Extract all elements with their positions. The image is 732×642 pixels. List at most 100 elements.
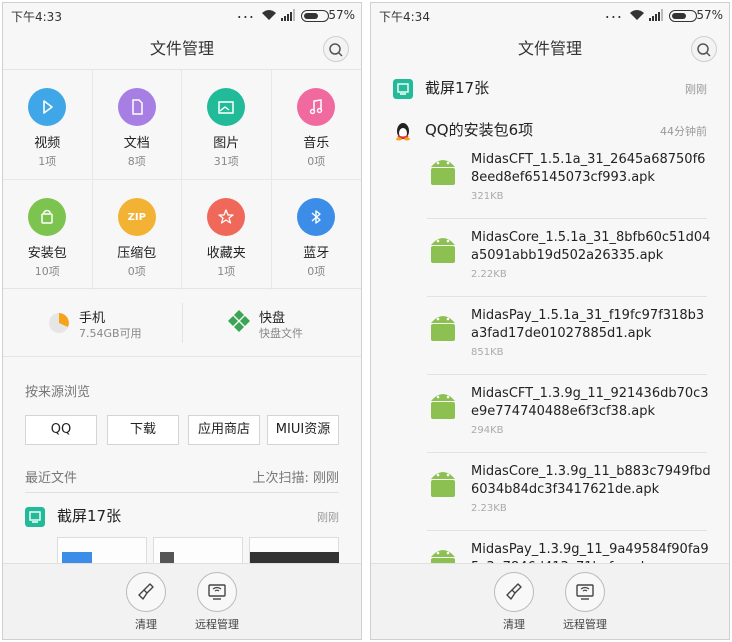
file-size: 2.23KB	[471, 503, 507, 514]
file-size: 851KB	[471, 347, 504, 358]
signal-icon	[649, 9, 663, 21]
phone-storage-entry[interactable]: 手机 7.54GB可用	[47, 303, 197, 345]
qq-group-title: QQ的安装包6项	[425, 121, 534, 139]
category-count: 0项	[307, 265, 326, 278]
bluetooth-icon	[311, 210, 321, 224]
remote-manage-label: 远程管理	[195, 618, 239, 631]
screenshot-icon	[393, 79, 413, 99]
category-name: 压缩包	[117, 246, 157, 261]
search-icon	[697, 43, 711, 57]
kuaipan-entry[interactable]: 快盘 快盘文件	[227, 303, 361, 345]
android-apk-icon	[431, 160, 455, 185]
status-bar: 下午4:34 ... 57%	[371, 3, 729, 29]
storage-pie-icon	[49, 313, 69, 333]
screenshots-group[interactable]: 截屏17张 刚刚	[393, 75, 707, 105]
source-miui-button[interactable]: MIUI资源	[267, 415, 339, 445]
phone-storage-title: 手机	[79, 311, 106, 326]
android-apk-icon	[431, 316, 455, 341]
clean-circle	[494, 572, 534, 612]
phone-screen-home: 下午4:33 ... 57% 文件管理 视频 1项 文档 8项 图片 31项 音…	[2, 2, 362, 640]
browse-by-source-label: 按来源浏览	[25, 385, 91, 400]
category-count: 31项	[213, 155, 239, 168]
music-icon	[310, 99, 323, 115]
category-count: 0项	[127, 265, 146, 278]
wifi-icon	[262, 10, 276, 20]
category-name: 视频	[34, 136, 61, 151]
remote-screen-icon	[208, 584, 226, 600]
remote-manage-button[interactable]: 远程管理	[555, 572, 615, 632]
category-name: 蓝牙	[303, 246, 330, 261]
list-item[interactable]: MidasCore_1.3.9g_11_b883c7949fbd6034b84d…	[427, 455, 711, 531]
category-bluetooth[interactable]: 蓝牙 0项	[272, 180, 362, 290]
category-music[interactable]: 音乐 0项	[271, 70, 361, 180]
category-name: 文档	[123, 136, 150, 151]
list-item[interactable]: MidasCFT_1.3.9g_11_921436db70c3e9e774740…	[427, 377, 709, 453]
file-size: 321KB	[471, 191, 504, 202]
screenshots-group-time: 刚刚	[317, 511, 339, 524]
wifi-icon	[630, 10, 644, 20]
screenshots-group-title: 截屏17张	[57, 507, 122, 525]
category-image[interactable]: 图片 31项	[182, 70, 272, 180]
remote-manage-button[interactable]: 远程管理	[187, 572, 247, 632]
category-package[interactable]: 安装包 10项	[3, 180, 93, 290]
screenshots-group[interactable]: 截屏17张 刚刚	[25, 503, 339, 533]
kuaipan-title: 快盘	[259, 311, 286, 326]
clean-label: 清理	[135, 618, 157, 631]
zip-icon: ZIP	[127, 211, 146, 223]
image-icon	[218, 101, 234, 114]
file-size: 294KB	[471, 425, 504, 436]
category-circle	[117, 88, 156, 126]
file-name: MidasPay_1.5.1a_31_f19fc97f318b3a3fad17d…	[471, 308, 705, 341]
android-apk-icon	[431, 472, 455, 497]
category-name: 收藏夹	[206, 246, 246, 261]
search-button[interactable]	[691, 36, 717, 62]
status-time: 下午4:34	[379, 10, 430, 24]
category-name: 安装包	[27, 246, 67, 261]
list-item[interactable]: MidasCFT_1.5.1a_31_2645a68750f68eed8ef65…	[427, 143, 707, 219]
divider	[182, 303, 183, 343]
document-icon	[132, 99, 143, 115]
source-download-button[interactable]: 下载	[107, 415, 179, 445]
bottom-action-bar: 清理 远程管理	[3, 563, 361, 639]
source-qq-button[interactable]: QQ	[25, 415, 97, 445]
android-apk-icon	[431, 238, 455, 263]
package-icon	[41, 209, 53, 224]
title-bar: 文件管理	[371, 29, 729, 69]
remote-circle	[565, 572, 605, 612]
status-time: 下午4:33	[11, 10, 62, 24]
category-count: 1项	[217, 265, 236, 278]
remote-circle	[197, 572, 237, 612]
category-zip[interactable]: ZIP 压缩包 0项	[93, 180, 182, 290]
battery-icon	[301, 10, 329, 22]
clean-button[interactable]: 清理	[116, 572, 176, 632]
list-item[interactable]: MidasCore_1.5.1a_31_8bfb60c51d04a5091abb…	[427, 221, 710, 297]
kuaipan-subtitle: 快盘文件	[259, 327, 303, 340]
screenshot-icon	[25, 507, 45, 527]
remote-screen-icon	[576, 584, 594, 600]
recent-files-header: 最近文件 上次扫描: 刚刚	[25, 467, 339, 493]
screenshots-group-title: 截屏17张	[425, 79, 490, 97]
notification-dots: ...	[604, 3, 623, 22]
file-name: MidasCFT_1.3.9g_11_921436db70c3e9e774740…	[471, 386, 709, 419]
search-button[interactable]	[323, 36, 349, 62]
source-appstore-button[interactable]: 应用商店	[188, 415, 260, 445]
status-bar: 下午4:33 ... 57%	[3, 3, 361, 29]
phone-screen-recent-list: 下午4:34 ... 57% 文件管理 截屏17张 刚刚 QQ的安装包6项 44…	[370, 2, 730, 640]
category-circle	[207, 198, 246, 236]
broom-icon	[506, 583, 522, 600]
category-count: 10项	[34, 265, 60, 278]
category-circle: ZIP	[117, 198, 156, 236]
category-favorites[interactable]: 收藏夹 1项	[182, 180, 272, 290]
list-item[interactable]: MidasPay_1.5.1a_31_f19fc97f318b3a3fad17d…	[427, 299, 707, 375]
category-name: 音乐	[303, 136, 330, 151]
clean-button[interactable]: 清理	[484, 572, 544, 632]
category-video[interactable]: 视频 1项	[3, 70, 93, 180]
category-circle	[28, 198, 67, 236]
battery-percent: 57%	[696, 8, 723, 22]
category-document[interactable]: 文档 8项	[92, 70, 182, 180]
category-circle	[297, 198, 336, 236]
signal-icon	[281, 9, 295, 21]
play-icon	[43, 100, 54, 114]
file-name: MidasCore_1.5.1a_31_8bfb60c51d04a5091abb…	[471, 230, 711, 263]
clean-label: 清理	[503, 618, 525, 631]
